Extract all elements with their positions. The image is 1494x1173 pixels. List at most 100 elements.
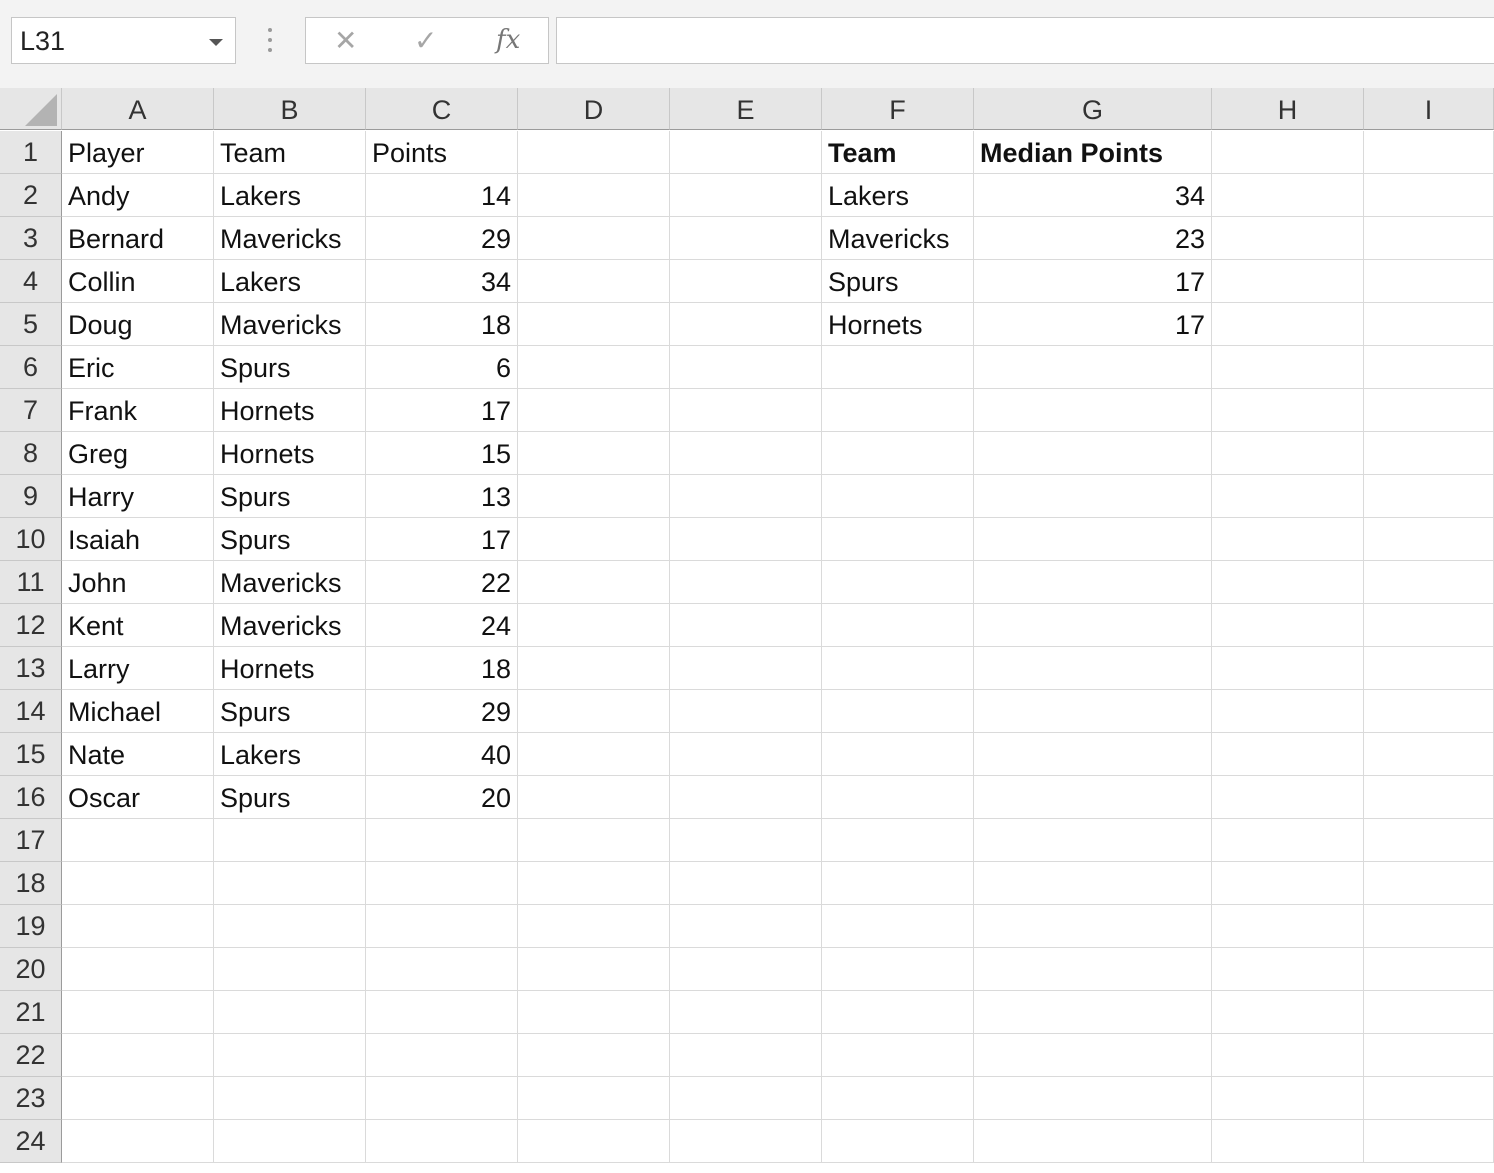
cell-g1[interactable]: Median Points [974, 131, 1212, 174]
cell-d7[interactable] [518, 389, 670, 432]
cell-d23[interactable] [518, 1077, 670, 1120]
cell-d19[interactable] [518, 905, 670, 948]
column-header-h[interactable]: H [1212, 88, 1364, 130]
cell-a4[interactable]: Collin [62, 260, 214, 303]
cell-d13[interactable] [518, 647, 670, 690]
cell-e14[interactable] [670, 690, 822, 733]
cell-h14[interactable] [1212, 690, 1364, 733]
cell-b6[interactable]: Spurs [214, 346, 366, 389]
cell-d14[interactable] [518, 690, 670, 733]
row-header-2[interactable]: 2 [0, 174, 62, 217]
cell-b24[interactable] [214, 1120, 366, 1163]
row-header-7[interactable]: 7 [0, 389, 62, 432]
cell-f5[interactable]: Hornets [822, 303, 974, 346]
column-header-d[interactable]: D [518, 88, 670, 130]
cell-i18[interactable] [1364, 862, 1494, 905]
cell-b19[interactable] [214, 905, 366, 948]
cell-e19[interactable] [670, 905, 822, 948]
column-header-g[interactable]: G [974, 88, 1212, 130]
cell-b18[interactable] [214, 862, 366, 905]
cell-i23[interactable] [1364, 1077, 1494, 1120]
cell-i15[interactable] [1364, 733, 1494, 776]
column-header-c[interactable]: C [366, 88, 518, 130]
cell-f9[interactable] [822, 475, 974, 518]
cell-c3[interactable]: 29 [366, 217, 518, 260]
cell-d6[interactable] [518, 346, 670, 389]
row-header-14[interactable]: 14 [0, 690, 62, 733]
cell-a13[interactable]: Larry [62, 647, 214, 690]
cell-b4[interactable]: Lakers [214, 260, 366, 303]
cell-f15[interactable] [822, 733, 974, 776]
cell-b15[interactable]: Lakers [214, 733, 366, 776]
cell-i10[interactable] [1364, 518, 1494, 561]
row-header-17[interactable]: 17 [0, 819, 62, 862]
cell-h10[interactable] [1212, 518, 1364, 561]
cell-a5[interactable]: Doug [62, 303, 214, 346]
row-header-13[interactable]: 13 [0, 647, 62, 690]
cell-c21[interactable] [366, 991, 518, 1034]
cell-g12[interactable] [974, 604, 1212, 647]
cell-g24[interactable] [974, 1120, 1212, 1163]
row-header-3[interactable]: 3 [0, 217, 62, 260]
cell-c4[interactable]: 34 [366, 260, 518, 303]
cell-h24[interactable] [1212, 1120, 1364, 1163]
cell-i8[interactable] [1364, 432, 1494, 475]
row-header-1[interactable]: 1 [0, 131, 62, 174]
cell-f2[interactable]: Lakers [822, 174, 974, 217]
cell-i21[interactable] [1364, 991, 1494, 1034]
cell-a6[interactable]: Eric [62, 346, 214, 389]
cell-i20[interactable] [1364, 948, 1494, 991]
cell-h5[interactable] [1212, 303, 1364, 346]
cell-a1[interactable]: Player [62, 131, 214, 174]
cell-i12[interactable] [1364, 604, 1494, 647]
cell-i13[interactable] [1364, 647, 1494, 690]
column-header-i[interactable]: I [1364, 88, 1494, 130]
cell-a7[interactable]: Frank [62, 389, 214, 432]
cell-d2[interactable] [518, 174, 670, 217]
cell-i22[interactable] [1364, 1034, 1494, 1077]
cell-a11[interactable]: John [62, 561, 214, 604]
cell-i14[interactable] [1364, 690, 1494, 733]
cell-h22[interactable] [1212, 1034, 1364, 1077]
cell-f1[interactable]: Team [822, 131, 974, 174]
cell-e1[interactable] [670, 131, 822, 174]
cell-e18[interactable] [670, 862, 822, 905]
cell-g15[interactable] [974, 733, 1212, 776]
cell-a17[interactable] [62, 819, 214, 862]
cell-i4[interactable] [1364, 260, 1494, 303]
row-header-6[interactable]: 6 [0, 346, 62, 389]
cell-i9[interactable] [1364, 475, 1494, 518]
cell-e7[interactable] [670, 389, 822, 432]
cell-h20[interactable] [1212, 948, 1364, 991]
cell-i24[interactable] [1364, 1120, 1494, 1163]
cell-a20[interactable] [62, 948, 214, 991]
cell-d5[interactable] [518, 303, 670, 346]
cell-a21[interactable] [62, 991, 214, 1034]
row-header-22[interactable]: 22 [0, 1034, 62, 1077]
row-header-12[interactable]: 12 [0, 604, 62, 647]
cell-a8[interactable]: Greg [62, 432, 214, 475]
cell-a22[interactable] [62, 1034, 214, 1077]
cell-g2[interactable]: 34 [974, 174, 1212, 217]
cell-h19[interactable] [1212, 905, 1364, 948]
row-header-20[interactable]: 20 [0, 948, 62, 991]
cell-f8[interactable] [822, 432, 974, 475]
cell-f19[interactable] [822, 905, 974, 948]
cell-b16[interactable]: Spurs [214, 776, 366, 819]
cell-e17[interactable] [670, 819, 822, 862]
cell-c17[interactable] [366, 819, 518, 862]
cell-d9[interactable] [518, 475, 670, 518]
cell-h21[interactable] [1212, 991, 1364, 1034]
cell-h8[interactable] [1212, 432, 1364, 475]
cell-d16[interactable] [518, 776, 670, 819]
cell-f11[interactable] [822, 561, 974, 604]
cell-b23[interactable] [214, 1077, 366, 1120]
cell-d11[interactable] [518, 561, 670, 604]
row-header-11[interactable]: 11 [0, 561, 62, 604]
cell-i3[interactable] [1364, 217, 1494, 260]
cell-e5[interactable] [670, 303, 822, 346]
cell-h4[interactable] [1212, 260, 1364, 303]
cell-c24[interactable] [366, 1120, 518, 1163]
cell-a18[interactable] [62, 862, 214, 905]
cell-f7[interactable] [822, 389, 974, 432]
